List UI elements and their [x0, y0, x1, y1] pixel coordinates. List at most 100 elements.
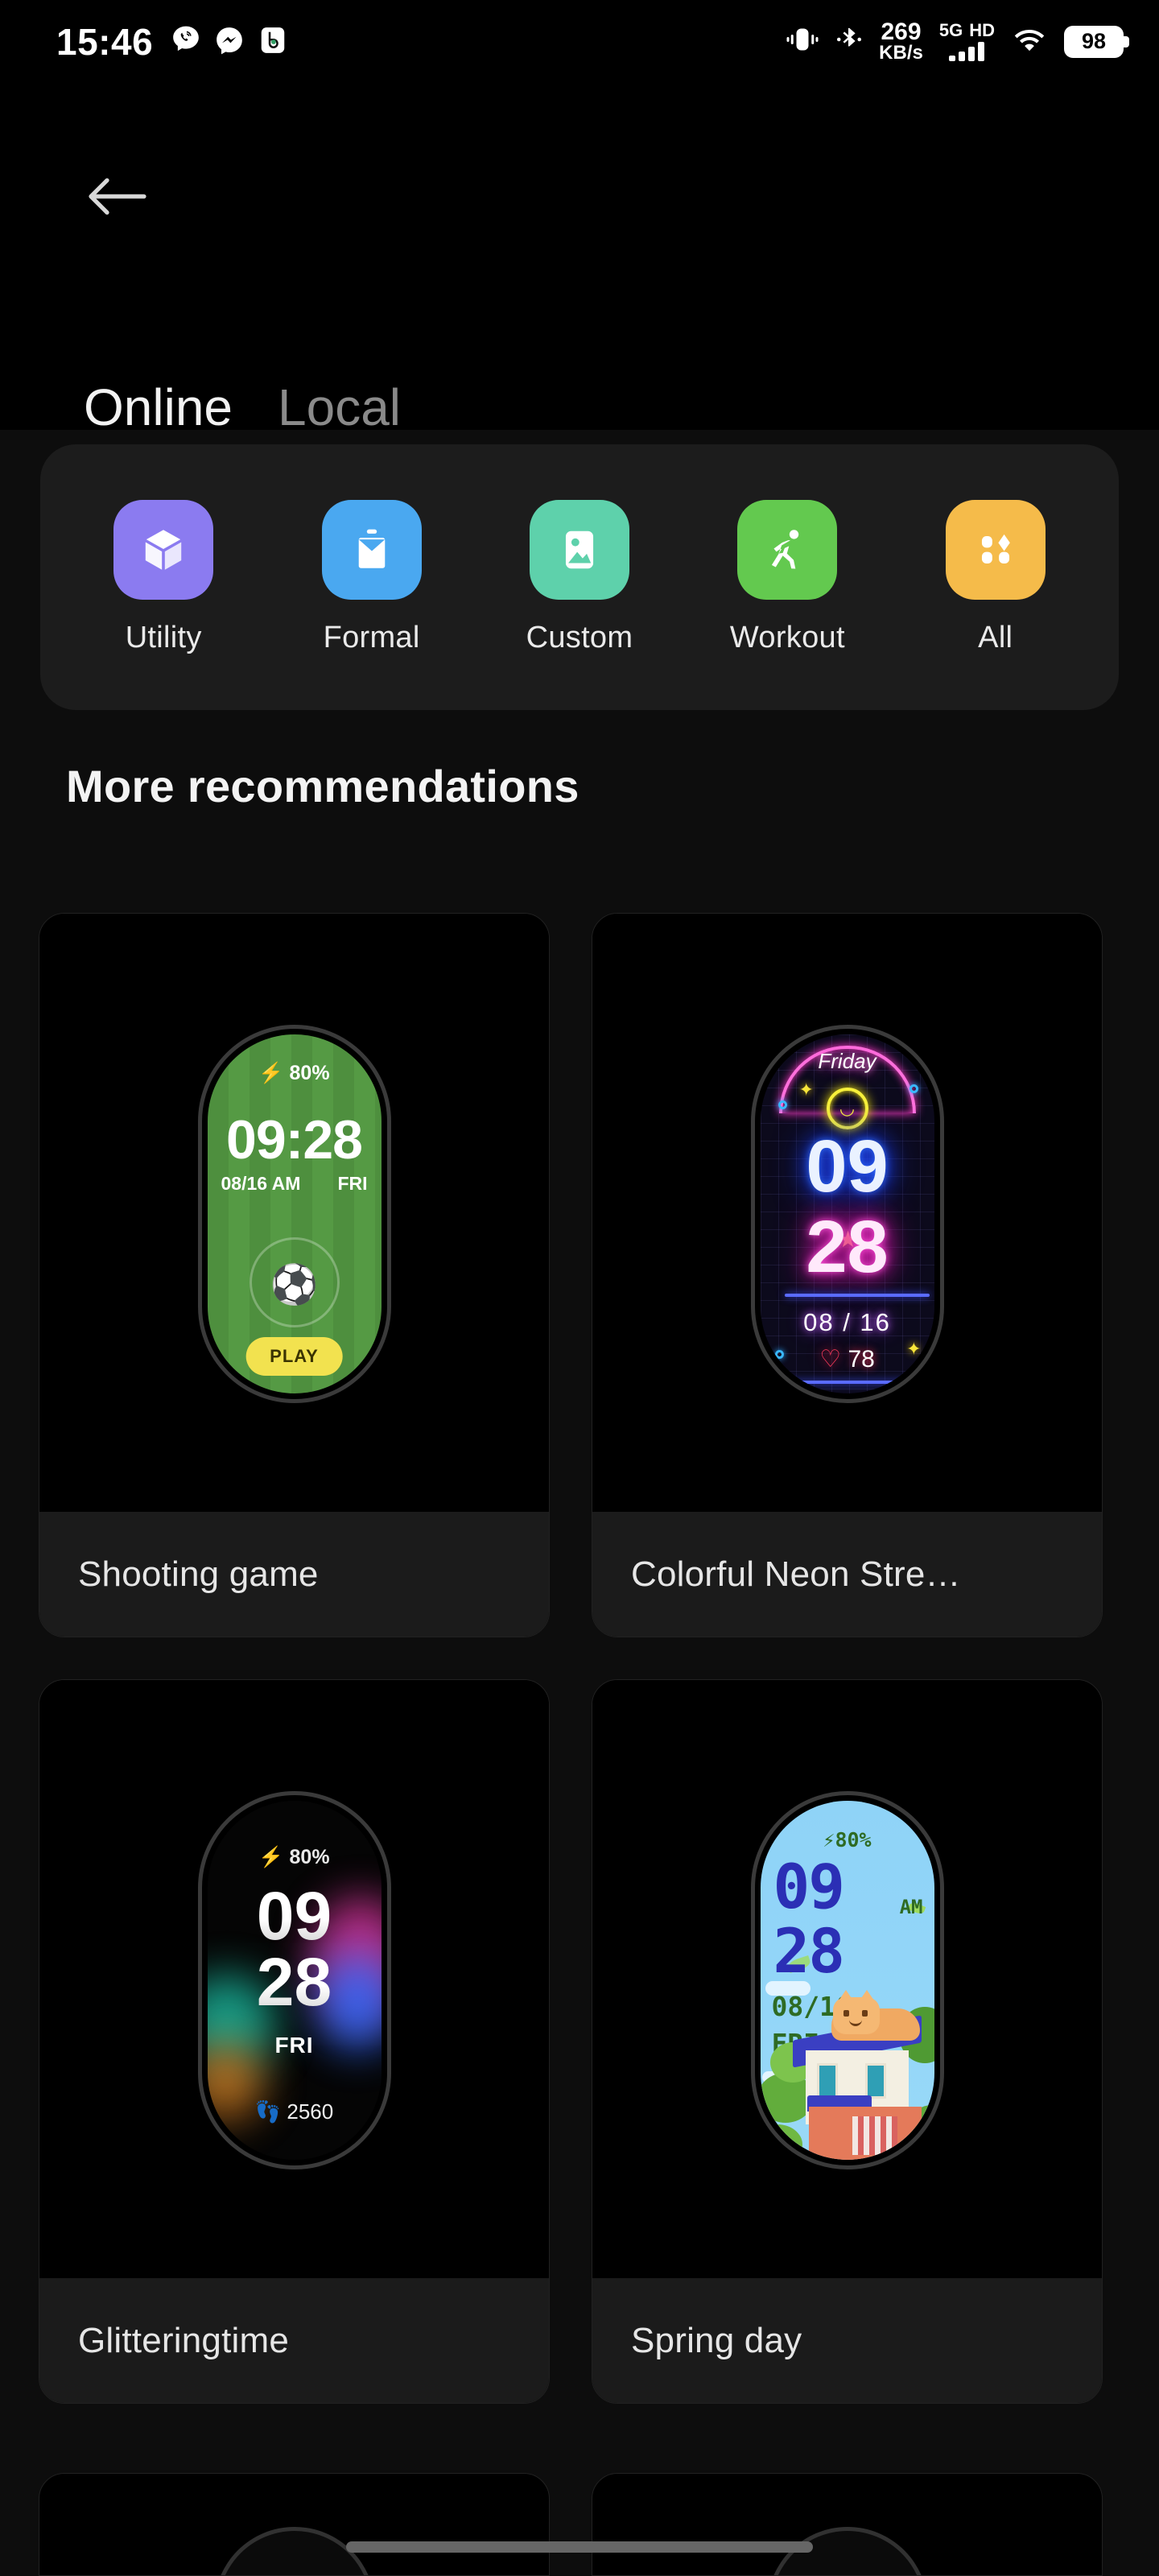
soccer-ball-icon: ⚽	[270, 1263, 319, 1307]
status-bar-left: 15:46	[56, 20, 288, 64]
battery-level-label: 98	[1081, 29, 1107, 54]
status-bar-right: 269 KB/s 5G HD 98	[786, 19, 1129, 64]
bluetooth-icon	[835, 25, 863, 58]
status-bar: 15:46 269 KB/s 5G HD 98	[0, 0, 1159, 84]
watch-face-footer: Shooting game	[39, 1512, 549, 1637]
watch-screen: ⚡ 80% 09:28 08/16 AM FRI ⚽ PLAY	[207, 1034, 382, 1393]
house-illustration	[760, 1989, 934, 2160]
messenger-icon	[214, 25, 245, 60]
watch-face-card[interactable]: ⚡80% 09 AM 28 08/16 FRI	[592, 1679, 1103, 2404]
content-scroll-area[interactable]: Utility Formal Custom Workout All More r…	[0, 430, 1159, 2576]
watch-mockup: ⚡ 80% 09 28 FRI 👣 2560	[197, 1790, 391, 2169]
category-item-all[interactable]: All	[911, 499, 1080, 655]
home-gesture-bar[interactable]	[346, 2541, 813, 2553]
watch-screen: ⚡ 80% 09 28 FRI 👣 2560	[207, 1800, 382, 2160]
watch-face-preview: ⚡ 80% 09:28 08/16 AM FRI ⚽ PLAY	[39, 914, 549, 1513]
grid-icon	[945, 499, 1046, 600]
smiley-icon: ◡	[826, 1087, 868, 1129]
watch-face-card[interactable]: ⚡ 80% 09 28 FRI 👣 2560 Glitteringtime	[39, 1679, 550, 2404]
lightning-icon: ⚡	[823, 1827, 835, 1852]
category-item-workout[interactable]: Workout	[703, 499, 872, 655]
app-badge-icon	[258, 25, 288, 60]
battery-status: ⚡ 80%	[208, 1062, 382, 1085]
tab-online[interactable]: Online	[84, 382, 233, 433]
page-header: Online Local	[0, 84, 1159, 433]
neon-plus-decoration: ✦	[906, 1338, 922, 1359]
watch-face-name: Shooting game	[78, 1554, 319, 1594]
heart-icon: ♡	[819, 1345, 842, 1373]
back-arrow-icon	[86, 174, 149, 223]
wifi-icon	[1011, 25, 1048, 58]
network-type-label: 5G	[938, 20, 963, 41]
watch-screen: ⚡80% 09 AM 28 08/16 FRI	[760, 1800, 934, 2160]
neon-divider	[784, 1293, 930, 1297]
network-speed-unit: KB/s	[879, 41, 923, 64]
watch-minutes: 28	[806, 1205, 889, 1288]
watch-face-preview: Friday ◡ ✦ 09 ★ 28 08 / 16 ♡ 78 ✦	[592, 914, 1102, 1513]
back-button[interactable]	[84, 167, 151, 229]
watch-date: 08/16 AM	[221, 1172, 301, 1194]
runner-icon	[737, 499, 838, 600]
status-clock: 15:46	[56, 21, 154, 63]
cube-icon	[113, 499, 214, 600]
category-item-formal[interactable]: Formal	[287, 499, 456, 655]
watch-face-name: Colorful Neon Stre…	[631, 1554, 961, 1594]
category-bar: Utility Formal Custom Workout All	[40, 444, 1119, 710]
watch-mockup: ⚡80% 09 AM 28 08/16 FRI	[750, 1790, 944, 2169]
tab-local[interactable]: Local	[278, 382, 401, 433]
battery-value: 80%	[289, 1845, 330, 1868]
watch-face-name: Spring day	[631, 2320, 802, 2360]
vibrate-icon	[786, 25, 819, 58]
signal-bars-icon	[949, 42, 985, 62]
footprint-icon: 👣	[254, 2099, 282, 2124]
step-count-value: 2560	[287, 2099, 334, 2124]
watch-weekday: FRI	[337, 1172, 368, 1194]
watch-face-card[interactable]: Friday ◡ ✦ 09 ★ 28 08 / 16 ♡ 78 ✦ Colorf…	[592, 913, 1103, 1637]
status-app-icons	[171, 25, 288, 60]
category-label: Custom	[526, 620, 633, 654]
battery-value: 80%	[835, 1827, 872, 1852]
watch-date: 08 / 16	[803, 1307, 891, 1336]
battery-value: 80%	[289, 1061, 330, 1084]
play-button[interactable]: PLAY	[245, 1336, 343, 1376]
neon-dot-decoration	[777, 1100, 787, 1109]
neon-dot-decoration	[774, 1349, 784, 1359]
watch-hours: 09	[208, 1882, 382, 1950]
category-label: Utility	[125, 620, 202, 654]
watch-face-footer: Glitteringtime	[39, 2278, 549, 2403]
watch-face-footer: Spring day	[592, 2278, 1102, 2403]
watch-face-grid: ⚡ 80% 09:28 08/16 AM FRI ⚽ PLAY Shooting…	[39, 913, 1120, 2404]
lightning-icon: ⚡	[258, 1845, 284, 1868]
watch-face-preview: ⚡ 80% 09 28 FRI 👣 2560	[39, 1680, 549, 2280]
category-item-utility[interactable]: Utility	[79, 499, 248, 655]
watch-screen: Friday ◡ ✦ 09 ★ 28 08 / 16 ♡ 78 ✦	[760, 1034, 934, 1393]
category-item-custom[interactable]: Custom	[495, 499, 664, 655]
watch-time: 09:28	[226, 1108, 363, 1170]
category-label: Workout	[729, 620, 845, 654]
watch-weekday: Friday	[818, 1048, 876, 1073]
viber-icon	[171, 25, 201, 60]
battery-status: ⚡ 80%	[208, 1846, 382, 1869]
cellular-signal: 5G HD	[938, 20, 995, 62]
watch-mockup: ⚡ 80% 09:28 08/16 AM FRI ⚽ PLAY	[197, 1024, 391, 1403]
watch-weekday: FRI	[274, 2032, 314, 2058]
network-speed-value: 269	[881, 19, 922, 46]
lightning-icon: ⚡	[258, 1061, 284, 1084]
watch-mockup: Friday ◡ ✦ 09 ★ 28 08 / 16 ♡ 78 ✦	[750, 1024, 944, 1403]
network-speed: 269 KB/s	[879, 19, 923, 64]
watch-ampm: AM	[899, 1895, 923, 1918]
image-icon	[529, 499, 629, 600]
watch-hours: 09	[773, 1850, 846, 1922]
source-tabs: Online Local	[84, 382, 401, 433]
heart-rate-value: 78	[848, 1345, 875, 1373]
neon-divider	[784, 1380, 930, 1384]
watch-face-name: Glitteringtime	[78, 2320, 289, 2360]
cat-icon	[831, 1989, 920, 2041]
watch-face-preview: ⚡80% 09 AM 28 08/16 FRI	[592, 1680, 1102, 2280]
neon-plus-decoration: ✦	[798, 1079, 814, 1100]
category-label: Formal	[323, 620, 420, 654]
section-title: More recommendations	[66, 761, 580, 811]
watch-minutes: 28	[773, 1914, 846, 1987]
watch-face-card[interactable]: ⚡ 80% 09:28 08/16 AM FRI ⚽ PLAY Shooting…	[39, 913, 550, 1637]
battery-status: ⚡80%	[761, 1828, 934, 1852]
